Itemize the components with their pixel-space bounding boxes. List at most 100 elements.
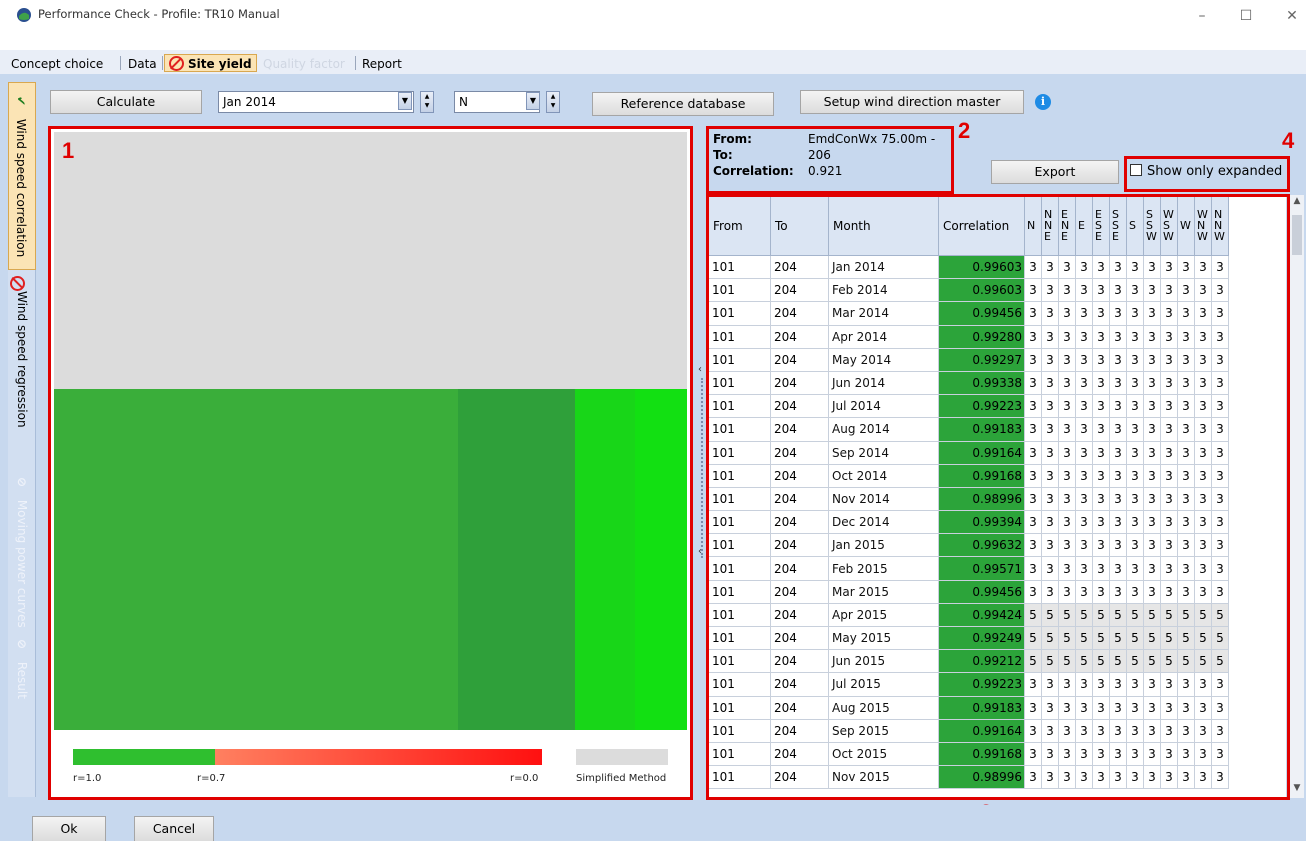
cell-direction-count[interactable]: 3 — [1126, 394, 1144, 419]
cell-from[interactable]: 101 — [708, 602, 771, 628]
cell-direction-count[interactable]: 3 — [1160, 347, 1178, 372]
cell-direction-count[interactable]: 3 — [1160, 301, 1178, 326]
cell-correlation[interactable]: 0.99338 — [938, 370, 1025, 396]
cell-direction-count[interactable]: 3 — [1143, 672, 1161, 697]
cell-from[interactable]: 101 — [708, 695, 771, 720]
cell-from[interactable]: 101 — [708, 765, 771, 790]
cell-correlation[interactable]: 0.98996 — [938, 765, 1025, 790]
cell-direction-count[interactable]: 3 — [1177, 254, 1195, 280]
cell-to[interactable]: 204 — [770, 579, 829, 604]
cell-from[interactable]: 101 — [708, 741, 771, 767]
table-row[interactable]: 101 204 Feb 2014 0.99603 3 3 3 3 3 3 3 3 3 3 3 3 — [708, 278, 1229, 303]
cell-direction-count[interactable]: 3 — [1092, 556, 1110, 581]
column-header-direction[interactable]: W N W — [1194, 195, 1212, 256]
cell-direction-count[interactable]: 3 — [1126, 695, 1144, 720]
cell-direction-count[interactable]: 3 — [1058, 347, 1076, 372]
table-row[interactable]: 101 204 Aug 2015 0.99183 3 3 3 3 3 3 3 3 3 3 3 3 — [708, 695, 1229, 720]
cell-direction-count[interactable]: 3 — [1143, 394, 1161, 419]
cell-to[interactable]: 204 — [770, 486, 829, 512]
cell-direction-count[interactable]: 5 — [1092, 602, 1110, 628]
cell-direction-count[interactable]: 3 — [1075, 440, 1093, 465]
cell-direction-count[interactable]: 5 — [1109, 602, 1127, 628]
cell-correlation[interactable]: 0.99249 — [938, 625, 1025, 651]
chevron-down-icon[interactable]: ▼ — [398, 92, 412, 110]
cell-direction-count[interactable]: 3 — [1177, 579, 1195, 604]
cell-direction-count[interactable]: 3 — [1092, 324, 1110, 349]
cell-to[interactable]: 204 — [770, 556, 829, 581]
tab-report[interactable]: Report — [357, 54, 407, 72]
cell-direction-count[interactable]: 3 — [1075, 533, 1093, 558]
cell-direction-count[interactable]: 3 — [1041, 510, 1059, 535]
cell-direction-count[interactable]: 3 — [1177, 765, 1195, 790]
column-header-direction[interactable]: E S E — [1092, 195, 1110, 256]
cell-direction-count[interactable]: 3 — [1092, 486, 1110, 512]
cell-direction-count[interactable]: 3 — [1092, 463, 1110, 488]
cell-direction-count[interactable]: 3 — [1177, 417, 1195, 442]
cell-correlation[interactable]: 0.99164 — [938, 440, 1025, 465]
cell-from[interactable]: 101 — [708, 625, 771, 651]
cell-direction-count[interactable]: 3 — [1126, 440, 1144, 465]
cell-direction-count[interactable]: 3 — [1211, 394, 1229, 419]
cell-correlation[interactable]: 0.98996 — [938, 486, 1025, 512]
cell-month[interactable]: Mar 2015 — [828, 579, 939, 604]
cell-direction-count[interactable]: 5 — [1075, 602, 1093, 628]
cell-correlation[interactable]: 0.99183 — [938, 695, 1025, 720]
cell-direction-count[interactable]: 3 — [1058, 463, 1076, 488]
cell-month[interactable]: Jan 2015 — [828, 533, 939, 558]
cell-direction-count[interactable]: 3 — [1041, 301, 1059, 326]
cell-direction-count[interactable]: 3 — [1075, 486, 1093, 512]
cell-direction-count[interactable]: 3 — [1109, 301, 1127, 326]
cell-correlation[interactable]: 0.99632 — [938, 533, 1025, 558]
cell-from[interactable]: 101 — [708, 394, 771, 419]
cell-direction-count[interactable]: 3 — [1211, 370, 1229, 396]
export-button[interactable]: Export — [991, 160, 1119, 184]
cell-direction-count[interactable]: 3 — [1024, 579, 1042, 604]
column-header-direction[interactable]: N — [1024, 195, 1042, 256]
cell-to[interactable]: 204 — [770, 370, 829, 396]
cell-direction-count[interactable]: 3 — [1058, 672, 1076, 697]
cell-to[interactable]: 204 — [770, 440, 829, 465]
table-row[interactable]: 101 204 Dec 2014 0.99394 3 3 3 3 3 3 3 3 3 3 3 3 — [708, 510, 1229, 535]
cell-from[interactable]: 101 — [708, 254, 771, 280]
cell-direction-count[interactable]: 3 — [1143, 718, 1161, 743]
cell-direction-count[interactable]: 5 — [1177, 625, 1195, 651]
cell-direction-count[interactable]: 3 — [1075, 254, 1093, 280]
cell-direction-count[interactable]: 3 — [1126, 765, 1144, 790]
cell-direction-count[interactable]: 3 — [1041, 394, 1059, 419]
cell-month[interactable]: Jun 2015 — [828, 649, 939, 674]
cell-direction-count[interactable]: 3 — [1058, 254, 1076, 280]
cell-direction-count[interactable]: 3 — [1211, 254, 1229, 280]
cell-correlation[interactable]: 0.99164 — [938, 718, 1025, 743]
cell-month[interactable]: Sep 2014 — [828, 440, 939, 465]
cell-direction-count[interactable]: 3 — [1092, 417, 1110, 442]
cell-direction-count[interactable]: 3 — [1024, 370, 1042, 396]
column-header-direction[interactable]: E — [1075, 195, 1093, 256]
cell-correlation[interactable]: 0.99297 — [938, 347, 1025, 372]
cell-from[interactable]: 101 — [708, 510, 771, 535]
cell-direction-count[interactable]: 3 — [1194, 301, 1212, 326]
cell-direction-count[interactable]: 3 — [1194, 672, 1212, 697]
cell-to[interactable]: 204 — [770, 672, 829, 697]
cell-direction-count[interactable]: 3 — [1109, 556, 1127, 581]
cell-direction-count[interactable]: 3 — [1126, 324, 1144, 349]
column-header-direction[interactable]: W S W — [1160, 195, 1178, 256]
cell-direction-count[interactable]: 5 — [1126, 602, 1144, 628]
cell-from[interactable]: 101 — [708, 278, 771, 303]
cell-direction-count[interactable]: 3 — [1143, 741, 1161, 767]
cell-direction-count[interactable]: 3 — [1160, 486, 1178, 512]
table-row[interactable]: 101 204 May 2014 0.99297 3 3 3 3 3 3 3 3 3 3 3 3 — [708, 347, 1229, 372]
cell-from[interactable]: 101 — [708, 440, 771, 465]
cell-direction-count[interactable]: 5 — [1024, 625, 1042, 651]
cell-direction-count[interactable]: 3 — [1194, 417, 1212, 442]
table-row[interactable]: 101 204 Sep 2015 0.99164 3 3 3 3 3 3 3 3 3 3 3 3 — [708, 718, 1229, 743]
cell-direction-count[interactable]: 3 — [1058, 765, 1076, 790]
cell-correlation[interactable]: 0.99223 — [938, 672, 1025, 697]
cell-correlation[interactable]: 0.99456 — [938, 301, 1025, 326]
cell-direction-count[interactable]: 5 — [1160, 649, 1178, 674]
cell-direction-count[interactable]: 3 — [1194, 718, 1212, 743]
cell-direction-count[interactable]: 3 — [1041, 695, 1059, 720]
cell-direction-count[interactable]: 3 — [1109, 695, 1127, 720]
cell-direction-count[interactable]: 3 — [1177, 324, 1195, 349]
cell-to[interactable]: 204 — [770, 765, 829, 790]
cell-direction-count[interactable]: 3 — [1075, 695, 1093, 720]
